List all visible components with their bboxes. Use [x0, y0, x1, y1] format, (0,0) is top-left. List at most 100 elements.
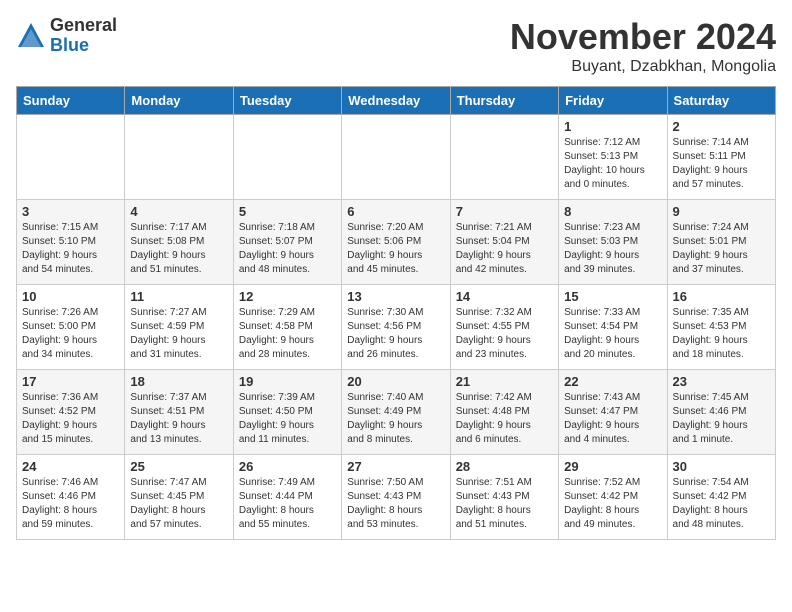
table-cell: 23 Sunrise: 7:45 AM Sunset: 4:46 PM Dayli…: [667, 370, 775, 455]
table-cell: 12 Sunrise: 7:29 AM Sunset: 4:58 PM Dayli…: [233, 285, 341, 370]
day-info: Sunrise: 7:20 AM Sunset: 5:06 PM Dayligh…: [347, 221, 444, 277]
day-number: 24: [22, 459, 119, 474]
logo-icon: [16, 21, 46, 51]
table-cell: [342, 115, 450, 200]
table-cell: 19 Sunrise: 7:39 AM Sunset: 4:50 PM Dayli…: [233, 370, 341, 455]
table-cell: 18Sunrise: 7:37 AM Sunset: 4:51 PM Dayli…: [125, 370, 233, 455]
day-info: Sunrise: 7:12 AM Sunset: 5:13 PM Dayligh…: [564, 136, 661, 192]
day-number: 4: [130, 204, 227, 219]
day-number: 23: [673, 374, 770, 389]
table-cell: 24 Sunrise: 7:46 AM Sunset: 4:46 PM Dayli…: [17, 455, 125, 540]
day-number: 26: [239, 459, 336, 474]
day-number: 9: [673, 204, 770, 219]
table-cell: 3 Sunrise: 7:15 AM Sunset: 5:10 PM Daylig…: [17, 200, 125, 285]
header-row: Sunday Monday Tuesday Wednesday Thursday…: [17, 87, 776, 115]
logo-text: General Blue: [50, 16, 117, 56]
table-cell: 4 Sunrise: 7:17 AM Sunset: 5:08 PM Daylig…: [125, 200, 233, 285]
week-row-4: 17 Sunrise: 7:36 AM Sunset: 4:52 PM Dayli…: [17, 370, 776, 455]
day-info: Sunrise: 7:30 AM Sunset: 4:56 PM Dayligh…: [347, 306, 444, 362]
day-info: Sunrise: 7:26 AM Sunset: 5:00 PM Dayligh…: [22, 306, 119, 362]
day-info: Sunrise: 7:50 AM Sunset: 4:43 PM Dayligh…: [347, 476, 444, 532]
week-row-1: 1 Sunrise: 7:12 AM Sunset: 5:13 PM Daylig…: [17, 115, 776, 200]
day-info: Sunrise: 7:52 AM Sunset: 4:42 PM Dayligh…: [564, 476, 661, 532]
day-number: 3: [22, 204, 119, 219]
day-info: Sunrise: 7:18 AM Sunset: 5:07 PM Dayligh…: [239, 221, 336, 277]
day-number: 15: [564, 289, 661, 304]
table-cell: 1 Sunrise: 7:12 AM Sunset: 5:13 PM Daylig…: [559, 115, 667, 200]
day-info: Sunrise: 7:32 AM Sunset: 4:55 PM Dayligh…: [456, 306, 553, 362]
month-title: November 2024: [510, 16, 776, 58]
day-info: Sunrise: 7:14 AM Sunset: 5:11 PM Dayligh…: [673, 136, 770, 192]
day-info: Sunrise: 7:40 AM Sunset: 4:49 PM Dayligh…: [347, 391, 444, 447]
day-number: 19: [239, 374, 336, 389]
table-cell: 2 Sunrise: 7:14 AM Sunset: 5:11 PM Daylig…: [667, 115, 775, 200]
day-info: Sunrise: 7:46 AM Sunset: 4:46 PM Dayligh…: [22, 476, 119, 532]
table-cell: 17 Sunrise: 7:36 AM Sunset: 4:52 PM Dayli…: [17, 370, 125, 455]
table-cell: 16Sunrise: 7:35 AM Sunset: 4:53 PM Dayli…: [667, 285, 775, 370]
logo-general: General: [50, 16, 117, 36]
table-cell: 25 Sunrise: 7:47 AM Sunset: 4:45 PM Dayli…: [125, 455, 233, 540]
day-info: Sunrise: 7:42 AM Sunset: 4:48 PM Dayligh…: [456, 391, 553, 447]
day-info: Sunrise: 7:35 AM Sunset: 4:53 PM Dayligh…: [673, 306, 770, 362]
table-cell: [17, 115, 125, 200]
day-number: 18: [130, 374, 227, 389]
table-cell: 30Sunrise: 7:54 AM Sunset: 4:42 PM Dayli…: [667, 455, 775, 540]
day-number: 21: [456, 374, 553, 389]
table-cell: 29 Sunrise: 7:52 AM Sunset: 4:42 PM Dayli…: [559, 455, 667, 540]
day-info: Sunrise: 7:47 AM Sunset: 4:45 PM Dayligh…: [130, 476, 227, 532]
day-number: 12: [239, 289, 336, 304]
day-info: Sunrise: 7:21 AM Sunset: 5:04 PM Dayligh…: [456, 221, 553, 277]
col-friday: Friday: [559, 87, 667, 115]
day-info: Sunrise: 7:36 AM Sunset: 4:52 PM Dayligh…: [22, 391, 119, 447]
table-cell: [125, 115, 233, 200]
col-monday: Monday: [125, 87, 233, 115]
day-number: 11: [130, 289, 227, 304]
day-info: Sunrise: 7:45 AM Sunset: 4:46 PM Dayligh…: [673, 391, 770, 447]
table-cell: 7 Sunrise: 7:21 AM Sunset: 5:04 PM Daylig…: [450, 200, 558, 285]
table-cell: 13 Sunrise: 7:30 AM Sunset: 4:56 PM Dayli…: [342, 285, 450, 370]
table-cell: 28 Sunrise: 7:51 AM Sunset: 4:43 PM Dayli…: [450, 455, 558, 540]
table-cell: 5Sunrise: 7:18 AM Sunset: 5:07 PM Daylig…: [233, 200, 341, 285]
week-row-3: 10 Sunrise: 7:26 AM Sunset: 5:00 PM Dayli…: [17, 285, 776, 370]
day-info: Sunrise: 7:23 AM Sunset: 5:03 PM Dayligh…: [564, 221, 661, 277]
day-info: Sunrise: 7:39 AM Sunset: 4:50 PM Dayligh…: [239, 391, 336, 447]
day-number: 22: [564, 374, 661, 389]
header: General Blue November 2024 Buyant, Dzabk…: [16, 16, 776, 76]
week-row-2: 3 Sunrise: 7:15 AM Sunset: 5:10 PM Daylig…: [17, 200, 776, 285]
day-number: 10: [22, 289, 119, 304]
day-number: 1: [564, 119, 661, 134]
location-subtitle: Buyant, Dzabkhan, Mongolia: [510, 58, 776, 76]
table-cell: 11 Sunrise: 7:27 AM Sunset: 4:59 PM Dayli…: [125, 285, 233, 370]
table-cell: 20Sunrise: 7:40 AM Sunset: 4:49 PM Dayli…: [342, 370, 450, 455]
col-saturday: Saturday: [667, 87, 775, 115]
title-area: November 2024 Buyant, Dzabkhan, Mongolia: [510, 16, 776, 76]
col-tuesday: Tuesday: [233, 87, 341, 115]
calendar-table: Sunday Monday Tuesday Wednesday Thursday…: [16, 86, 776, 540]
day-number: 30: [673, 459, 770, 474]
day-number: 6: [347, 204, 444, 219]
table-cell: [233, 115, 341, 200]
day-number: 17: [22, 374, 119, 389]
day-info: Sunrise: 7:49 AM Sunset: 4:44 PM Dayligh…: [239, 476, 336, 532]
table-cell: 6 Sunrise: 7:20 AM Sunset: 5:06 PM Daylig…: [342, 200, 450, 285]
day-info: Sunrise: 7:43 AM Sunset: 4:47 PM Dayligh…: [564, 391, 661, 447]
day-info: Sunrise: 7:27 AM Sunset: 4:59 PM Dayligh…: [130, 306, 227, 362]
day-number: 28: [456, 459, 553, 474]
day-number: 8: [564, 204, 661, 219]
col-thursday: Thursday: [450, 87, 558, 115]
day-number: 25: [130, 459, 227, 474]
table-cell: 15Sunrise: 7:33 AM Sunset: 4:54 PM Dayli…: [559, 285, 667, 370]
day-info: Sunrise: 7:29 AM Sunset: 4:58 PM Dayligh…: [239, 306, 336, 362]
day-info: Sunrise: 7:17 AM Sunset: 5:08 PM Dayligh…: [130, 221, 227, 277]
day-info: Sunrise: 7:15 AM Sunset: 5:10 PM Dayligh…: [22, 221, 119, 277]
table-cell: 14Sunrise: 7:32 AM Sunset: 4:55 PM Dayli…: [450, 285, 558, 370]
week-row-5: 24 Sunrise: 7:46 AM Sunset: 4:46 PM Dayli…: [17, 455, 776, 540]
table-cell: 8 Sunrise: 7:23 AM Sunset: 5:03 PM Daylig…: [559, 200, 667, 285]
day-info: Sunrise: 7:24 AM Sunset: 5:01 PM Dayligh…: [673, 221, 770, 277]
day-info: Sunrise: 7:51 AM Sunset: 4:43 PM Dayligh…: [456, 476, 553, 532]
day-number: 2: [673, 119, 770, 134]
day-number: 29: [564, 459, 661, 474]
day-number: 7: [456, 204, 553, 219]
day-number: 13: [347, 289, 444, 304]
table-cell: [450, 115, 558, 200]
